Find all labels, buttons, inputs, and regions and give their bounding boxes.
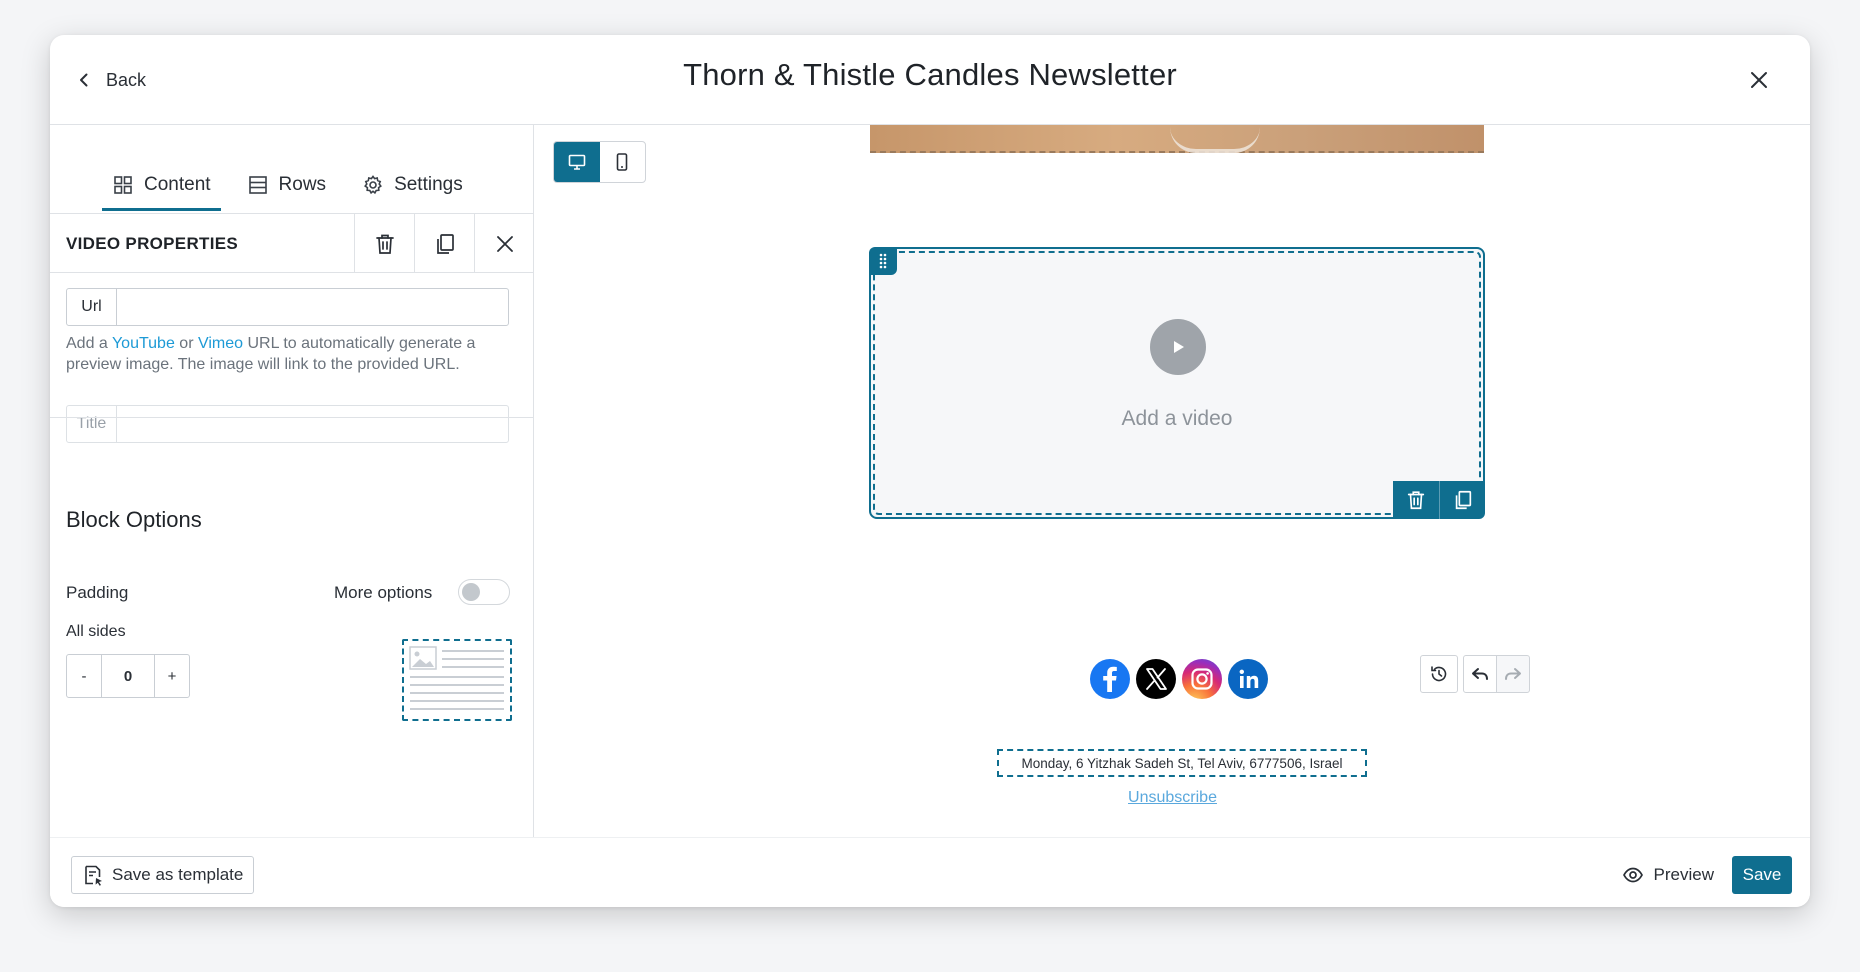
rows-icon	[248, 176, 267, 194]
title-field: Title	[66, 405, 509, 443]
close-icon	[496, 235, 513, 252]
save-button[interactable]: Save	[1732, 856, 1792, 894]
help-or: or	[174, 335, 198, 352]
copy-icon	[436, 233, 454, 254]
grid-icon	[114, 176, 132, 194]
editor-header: Back Thorn & Thistle Candles Newsletter	[50, 35, 1810, 125]
title-field-label: Title	[67, 406, 117, 442]
template-icon	[85, 865, 102, 886]
padding-value[interactable]: 0	[101, 655, 155, 697]
more-options-label: More options	[334, 583, 433, 602]
padding-stepper: - 0 +	[66, 654, 190, 698]
tab-settings[interactable]: Settings	[352, 165, 473, 205]
email-canvas: Add a video Monday, 6 Yitzhak Sadeh St, …	[535, 125, 1810, 837]
tab-content-label: Content	[144, 174, 211, 195]
redo-button[interactable]	[1496, 655, 1530, 693]
help-prefix: Add a	[66, 335, 112, 352]
tab-rows[interactable]: Rows	[237, 165, 337, 205]
play-icon[interactable]	[1150, 319, 1206, 375]
trash-icon	[1407, 491, 1425, 510]
url-input[interactable]	[117, 289, 508, 325]
preview-button[interactable]: Preview	[1622, 856, 1714, 894]
desktop-view-button[interactable]	[554, 142, 600, 182]
title-input[interactable]	[117, 406, 508, 442]
drag-dots-icon	[879, 253, 887, 269]
unsubscribe-link[interactable]: Unsubscribe	[535, 789, 1810, 807]
video-block[interactable]: Add a video	[869, 247, 1485, 519]
padding-label: Padding	[66, 583, 129, 602]
page-title: Thorn & Thistle Candles Newsletter	[683, 57, 1177, 92]
vimeo-link[interactable]: Vimeo	[198, 335, 243, 352]
url-field-label: Url	[67, 289, 117, 325]
youtube-link[interactable]: YouTube	[112, 335, 175, 352]
eye-icon	[1622, 867, 1643, 883]
close-properties-button[interactable]	[474, 214, 534, 273]
x-icon[interactable]	[1136, 659, 1176, 699]
footer-address[interactable]: Monday, 6 Yitzhak Sadeh St, Tel Aviv, 67…	[997, 749, 1367, 777]
instagram-icon[interactable]	[1182, 659, 1222, 699]
padding-preview	[402, 639, 512, 721]
history-button[interactable]	[1420, 655, 1458, 693]
trash-icon	[375, 234, 394, 254]
editor-footer: Save as template Preview Save	[50, 837, 1810, 907]
image-placeholder-icon	[409, 646, 504, 710]
tab-content[interactable]: Content	[102, 165, 221, 211]
padding-increment-button[interactable]: +	[155, 655, 189, 697]
properties-panel: Content Rows Settings VIDEO PROPERTIES U…	[50, 125, 534, 837]
linkedin-icon[interactable]	[1228, 659, 1268, 699]
undo-button[interactable]	[1463, 655, 1497, 693]
more-options-toggle[interactable]	[458, 579, 510, 605]
panel-tabs: Content Rows Settings	[102, 165, 489, 211]
redo-icon	[1505, 668, 1521, 680]
section-title: VIDEO PROPERTIES	[66, 234, 239, 253]
video-placeholder-text: Add a video	[1121, 407, 1233, 430]
mobile-icon	[616, 153, 628, 171]
url-field: Url	[66, 288, 509, 326]
url-help-text: Add a YouTube or Vimeo URL to automatica…	[66, 333, 514, 375]
duplicate-video-button[interactable]	[1439, 481, 1485, 519]
divider	[50, 417, 534, 418]
duplicate-block-button[interactable]	[414, 214, 474, 273]
tab-settings-label: Settings	[394, 174, 463, 195]
history-icon	[1431, 666, 1447, 682]
block-options-heading: Block Options	[66, 507, 202, 532]
desktop-icon	[568, 154, 586, 170]
video-properties-bar: VIDEO PROPERTIES	[50, 213, 534, 273]
video-block-actions	[1393, 481, 1485, 519]
save-as-template-label: Save as template	[112, 865, 244, 884]
delete-video-button[interactable]	[1393, 481, 1439, 519]
close-icon	[1751, 72, 1767, 88]
facebook-icon[interactable]	[1090, 659, 1130, 699]
video-block-outline	[873, 251, 1481, 515]
undo-icon	[1472, 668, 1488, 680]
tab-rows-label: Rows	[278, 174, 327, 195]
copy-icon	[1455, 490, 1471, 510]
drag-handle[interactable]	[869, 247, 897, 275]
social-icons	[1090, 659, 1268, 699]
all-sides-label: All sides	[66, 623, 126, 640]
newsletter-editor-modal: Back Thorn & Thistle Candles Newsletter …	[50, 35, 1810, 907]
preview-label: Preview	[1653, 865, 1714, 884]
device-switcher	[553, 141, 646, 183]
close-button[interactable]	[1744, 65, 1774, 95]
delete-block-button[interactable]	[354, 214, 414, 273]
mobile-view-button[interactable]	[600, 142, 646, 182]
save-as-template-button[interactable]: Save as template	[71, 856, 255, 894]
gear-icon	[364, 175, 383, 195]
padding-decrement-button[interactable]: -	[67, 655, 101, 697]
hero-image[interactable]	[870, 125, 1484, 153]
